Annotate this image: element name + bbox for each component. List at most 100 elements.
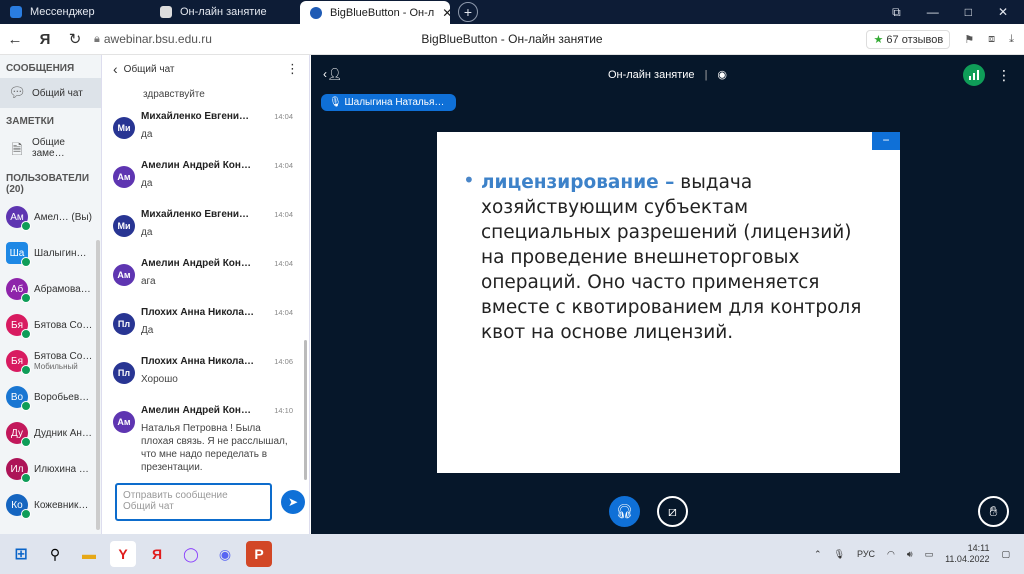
message-author: Плохих Анна Никола… xyxy=(141,356,254,367)
windows-start-icon[interactable]: ⊞ xyxy=(8,541,34,567)
back-arrow-icon[interactable]: ← xyxy=(0,31,30,48)
user-list-item[interactable]: Ил Илюхина … xyxy=(0,451,101,487)
chat-message-input[interactable]: Отправить сообщение Общий чат xyxy=(115,483,272,521)
user-list-item[interactable]: Ам Амел… (Вы) xyxy=(0,199,101,235)
title-separator: | xyxy=(704,69,708,81)
slide-body: выдача хозяйствующим субъектам специальн… xyxy=(481,172,862,343)
user-list-item[interactable]: Бя Бятова Со… xyxy=(0,307,101,343)
share-camera-button[interactable]: ⧄ xyxy=(657,496,688,527)
user-info: Абрамова… xyxy=(34,284,94,295)
minimize-presentation-button[interactable]: − xyxy=(872,132,900,150)
user-name: Шалыгин… xyxy=(34,247,87,259)
minimize-icon[interactable]: — xyxy=(927,5,939,19)
avatar: Бя xyxy=(6,350,31,375)
mic-status-icon xyxy=(21,221,31,231)
avatar: Во xyxy=(6,386,31,411)
user-list-item[interactable]: Во Воробьев… xyxy=(0,379,101,415)
close-window-icon[interactable]: ✕ xyxy=(998,5,1008,19)
chat-scrollbar[interactable] xyxy=(304,340,307,480)
avatar-initials: Бя xyxy=(11,319,23,331)
tab-bigbluebutton[interactable]: BigBlueButton - Он-л ✕ xyxy=(300,1,450,24)
volume-icon[interactable]: 🔊︎ xyxy=(907,549,913,560)
avatar: Пл xyxy=(113,313,135,335)
connection-status-icon[interactable] xyxy=(963,64,985,86)
language-indicator[interactable]: РУС xyxy=(857,549,875,559)
chat-options-icon[interactable]: ⋮ xyxy=(286,61,299,77)
bookmark-icon[interactable]: ⚑ xyxy=(964,33,974,46)
recording-indicator-icon[interactable]: ◉ xyxy=(717,69,727,81)
user-name: Абрамова… xyxy=(34,283,91,295)
battery-icon[interactable]: ▭ xyxy=(925,549,934,560)
leave-audio-button[interactable]: 🎧︎ xyxy=(609,496,640,527)
refresh-icon[interactable]: ↻ xyxy=(60,30,90,48)
message-body: Амелин Андрей Кон… 14:04 ага xyxy=(141,258,293,288)
clock[interactable]: 14:11 11.04.2022 xyxy=(945,543,989,565)
tab-online-lesson[interactable]: Он-лайн занятие xyxy=(150,0,300,24)
chat-back-icon[interactable]: ‹ xyxy=(113,61,118,77)
slide-term: лицензирование – xyxy=(481,172,675,193)
raise-hand-button[interactable]: ✋︎ xyxy=(978,496,1009,527)
user-list-item[interactable]: Ду Дудник Ан… xyxy=(0,415,101,451)
options-menu-icon[interactable]: ⋮ xyxy=(997,67,1011,84)
close-tab-icon[interactable]: ✕ xyxy=(442,6,450,20)
avatar-initials: Ду xyxy=(11,427,23,439)
tab-messenger[interactable]: Мессенджер xyxy=(0,0,150,24)
user-list: Ам Амел… (Вы) Ша Шалыгин… Аб Абрамова… Бя Бятов… xyxy=(0,199,101,523)
message-time: 14:04 xyxy=(274,112,293,121)
discord-icon[interactable]: ◉ xyxy=(212,541,238,567)
sidebar-item-public-chat[interactable]: 💬︎ Общий чат xyxy=(0,78,101,108)
user-list-item[interactable]: Ша Шалыгин… xyxy=(0,235,101,271)
tray-expand-icon[interactable]: ⌃ xyxy=(814,549,822,560)
avatar-initials: Ша xyxy=(9,247,25,259)
sidebar-item-shared-notes[interactable]: 🗎 Общие заме… xyxy=(0,131,101,165)
users-sidebar: СООБЩЕНИЯ 💬︎ Общий чат ЗАМЕТКИ 🗎 Общие з… xyxy=(0,55,102,534)
message-author: Амелин Андрей Кон… xyxy=(141,258,251,269)
yandex-icon[interactable]: Я xyxy=(30,31,60,48)
powerpoint-icon[interactable]: P xyxy=(246,541,272,567)
yandex-browser-icon[interactable]: Y xyxy=(110,541,136,567)
lock-icon: 🔒︎ xyxy=(94,32,100,45)
chat-message: Ми Михайленко Евгени… 14:04 да xyxy=(103,111,303,141)
microphone-icon[interactable]: 🎙︎ xyxy=(834,549,845,560)
sidebar-item-label: Общий чат xyxy=(32,87,83,99)
new-tab-button[interactable]: + xyxy=(458,2,478,22)
download-icon[interactable]: ⤓ xyxy=(1009,33,1014,46)
notifications-icon[interactable]: ▢ xyxy=(1001,549,1010,560)
user-list-item[interactable]: Бя Бятова Со… Мобильный xyxy=(0,343,101,379)
user-list-item[interactable]: Ко Кожевник… xyxy=(0,487,101,523)
message-time: 14:04 xyxy=(274,210,293,219)
wifi-icon[interactable]: ◠ xyxy=(887,549,895,560)
talking-indicator: 🎙︎ Шалыгина Наталья… xyxy=(321,94,456,111)
avatar: Ми xyxy=(113,117,135,139)
page-icon xyxy=(160,6,172,18)
sidebar-scrollbar[interactable] xyxy=(96,240,100,530)
message-header: Михайленко Евгени… 14:04 xyxy=(141,209,293,220)
avatar-initials: Бя xyxy=(11,355,23,367)
send-message-button[interactable]: ➤ xyxy=(281,490,305,514)
message-text: да xyxy=(141,227,153,238)
avatar-initials: Ам xyxy=(117,417,131,427)
maximize-icon[interactable]: □ xyxy=(965,5,972,19)
bullet-icon: • xyxy=(463,168,475,192)
alice-icon[interactable]: ◯ xyxy=(178,541,204,567)
avatar: Ам xyxy=(113,264,135,286)
message-header: Плохих Анна Никола… 14:04 xyxy=(141,307,293,318)
user-name: Воробьев… xyxy=(34,391,90,403)
avatar: Аб xyxy=(6,278,31,303)
extensions-icon[interactable]: ⧈ xyxy=(988,33,995,46)
file-explorer-icon[interactable]: ▬ xyxy=(76,541,102,567)
chat-message: Ам Амелин Андрей Кон… 14:10 Наталья Петровн… xyxy=(103,405,303,474)
yandex-icon[interactable]: Я xyxy=(144,541,170,567)
meeting-title-text: Он-лайн занятие xyxy=(607,69,695,81)
tabs-icon[interactable]: ⧉ xyxy=(892,5,901,20)
avatar: Ко xyxy=(6,494,31,519)
message-body: Амелин Андрей Кон… 14:04 да xyxy=(141,160,293,190)
user-name: Дудник Ан… xyxy=(34,427,92,439)
address-bar-tools: ★ 67 отзывов ⚑ ⧈ ⤓ xyxy=(866,29,1024,49)
tab-label: Мессенджер xyxy=(30,6,95,18)
rating-badge[interactable]: ★ 67 отзывов xyxy=(866,29,951,49)
user-list-item[interactable]: Аб Абрамова… xyxy=(0,271,101,307)
url-field[interactable]: awebinar.bsu.edu.ru xyxy=(104,32,212,46)
mic-status-icon xyxy=(21,365,31,375)
search-icon[interactable]: ⚲ xyxy=(42,541,68,567)
